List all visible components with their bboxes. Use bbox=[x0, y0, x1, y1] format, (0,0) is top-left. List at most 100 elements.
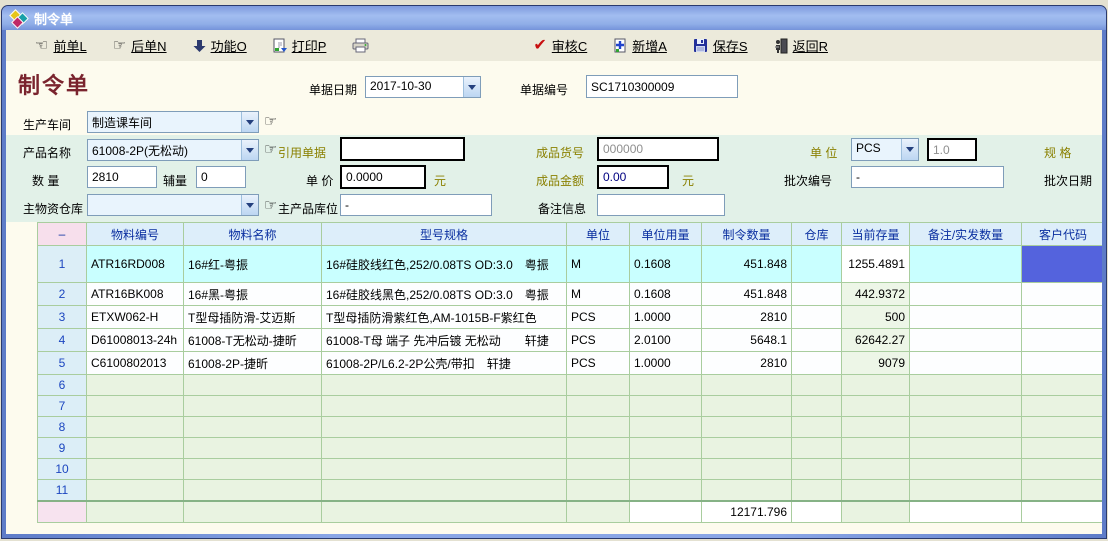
table-cell[interactable]: 61008-2P-捷昕 bbox=[184, 352, 322, 375]
table-cell[interactable]: C6100802013 bbox=[87, 352, 184, 375]
table-cell[interactable] bbox=[702, 459, 792, 480]
table-cell[interactable] bbox=[322, 396, 567, 417]
unit-factor-input[interactable] bbox=[927, 138, 977, 161]
column-header[interactable]: 单位用量 bbox=[630, 223, 702, 246]
product-picker-icon[interactable]: ☞ bbox=[264, 140, 277, 158]
audit-button[interactable]: ✔ 审核C bbox=[530, 34, 590, 57]
table-cell[interactable] bbox=[630, 459, 702, 480]
table-cell[interactable] bbox=[630, 417, 702, 438]
table-cell[interactable] bbox=[910, 438, 1022, 459]
table-cell[interactable] bbox=[87, 396, 184, 417]
table-cell[interactable]: ATR16BK008 bbox=[87, 283, 184, 306]
row-number[interactable]: 1 bbox=[38, 246, 87, 283]
table-cell[interactable]: 451.848 bbox=[702, 283, 792, 306]
return-button[interactable]: 返回R bbox=[771, 34, 831, 57]
table-cell[interactable]: 1.0000 bbox=[630, 306, 702, 329]
row-number[interactable]: 2 bbox=[38, 283, 87, 306]
workshop-dropdown-button[interactable] bbox=[241, 112, 258, 132]
table-cell[interactable]: 1255.4891 bbox=[842, 246, 910, 283]
table-cell[interactable] bbox=[567, 396, 630, 417]
table-cell[interactable]: 61008-T母 端子 先冲后镀 无松动 轩捷 bbox=[322, 329, 567, 352]
table-cell[interactable] bbox=[910, 329, 1022, 352]
table-cell[interactable] bbox=[630, 396, 702, 417]
table-cell[interactable] bbox=[1022, 438, 1103, 459]
table-cell[interactable]: PCS bbox=[567, 306, 630, 329]
column-header[interactable]: 单位 bbox=[567, 223, 630, 246]
table-cell[interactable] bbox=[910, 375, 1022, 396]
table-cell[interactable] bbox=[1022, 352, 1103, 375]
table-cell[interactable] bbox=[910, 283, 1022, 306]
table-cell[interactable] bbox=[322, 459, 567, 480]
qty-input[interactable] bbox=[87, 166, 157, 188]
aux-qty-input[interactable] bbox=[196, 166, 246, 188]
table-cell[interactable]: 9079 bbox=[842, 352, 910, 375]
table-cell[interactable]: PCS bbox=[567, 329, 630, 352]
table-cell[interactable] bbox=[184, 375, 322, 396]
table-cell[interactable] bbox=[910, 352, 1022, 375]
ref-doc-input[interactable] bbox=[340, 137, 465, 161]
amount-input[interactable] bbox=[597, 165, 669, 189]
row-number[interactable]: 7 bbox=[38, 396, 87, 417]
column-header[interactable]: 当前存量 bbox=[842, 223, 910, 246]
product-dropdown-button[interactable] bbox=[241, 140, 258, 160]
table-cell[interactable]: 5648.1 bbox=[702, 329, 792, 352]
doc-date-combo[interactable]: 2017-10-30 bbox=[365, 76, 481, 98]
table-cell[interactable] bbox=[1022, 375, 1103, 396]
unit-dropdown-button[interactable] bbox=[901, 139, 918, 160]
table-cell[interactable] bbox=[792, 459, 842, 480]
table-cell[interactable]: 16#硅胶线红色,252/0.08TS OD:3.0 粤振 bbox=[322, 246, 567, 283]
table-cell[interactable]: D61008013-24h bbox=[87, 329, 184, 352]
table-cell[interactable] bbox=[910, 480, 1022, 501]
table-cell[interactable] bbox=[842, 396, 910, 417]
table-cell[interactable] bbox=[567, 480, 630, 501]
table-cell[interactable]: T型母插防滑紫红色,AM-1015B-F紫红色 bbox=[322, 306, 567, 329]
print-button[interactable]: 打印P bbox=[270, 34, 330, 57]
product-combo[interactable]: 61008-2P(无松动) bbox=[87, 139, 259, 161]
row-number[interactable]: 9 bbox=[38, 438, 87, 459]
table-cell[interactable] bbox=[702, 480, 792, 501]
table-cell[interactable]: 442.9372 bbox=[842, 283, 910, 306]
warehouse-combo[interactable] bbox=[87, 194, 259, 216]
table-cell[interactable] bbox=[87, 438, 184, 459]
table-cell[interactable] bbox=[842, 375, 910, 396]
next-doc-button[interactable]: ☞ 后单N bbox=[110, 34, 170, 57]
table-cell[interactable] bbox=[792, 283, 842, 306]
column-header[interactable]: 制令数量 bbox=[702, 223, 792, 246]
table-cell[interactable] bbox=[702, 375, 792, 396]
table-cell[interactable]: 16#硅胶线黑色,252/0.08TS OD:3.0 粤振 bbox=[322, 283, 567, 306]
workshop-picker-icon[interactable]: ☞ bbox=[264, 112, 277, 130]
table-cell[interactable] bbox=[702, 396, 792, 417]
table-cell[interactable] bbox=[792, 329, 842, 352]
table-cell[interactable]: ATR16RD008 bbox=[87, 246, 184, 283]
save-button[interactable]: 保存S bbox=[690, 34, 751, 57]
table-cell[interactable] bbox=[910, 459, 1022, 480]
table-cell[interactable] bbox=[1022, 306, 1103, 329]
table-cell[interactable] bbox=[1022, 417, 1103, 438]
table-cell[interactable]: 1.0000 bbox=[630, 352, 702, 375]
table-cell[interactable] bbox=[910, 417, 1022, 438]
table-cell[interactable] bbox=[792, 352, 842, 375]
unit-combo[interactable]: PCS bbox=[851, 138, 919, 161]
warehouse-dropdown-button[interactable] bbox=[241, 195, 258, 215]
doc-date-dropdown-button[interactable] bbox=[463, 77, 480, 97]
table-cell[interactable] bbox=[792, 438, 842, 459]
row-number[interactable]: 4 bbox=[38, 329, 87, 352]
table-cell[interactable] bbox=[322, 438, 567, 459]
column-header[interactable]: 客户代码 bbox=[1022, 223, 1103, 246]
table-cell[interactable] bbox=[87, 459, 184, 480]
prev-doc-button[interactable]: ☜ 前单L bbox=[32, 34, 90, 57]
table-cell[interactable] bbox=[567, 459, 630, 480]
table-cell[interactable] bbox=[842, 438, 910, 459]
table-cell[interactable] bbox=[842, 417, 910, 438]
table-cell[interactable] bbox=[792, 396, 842, 417]
table-cell[interactable] bbox=[1022, 329, 1103, 352]
table-cell[interactable] bbox=[910, 396, 1022, 417]
location-input[interactable] bbox=[340, 194, 492, 216]
table-cell[interactable] bbox=[842, 459, 910, 480]
row-number[interactable]: 10 bbox=[38, 459, 87, 480]
table-cell[interactable]: ETXW062-H bbox=[87, 306, 184, 329]
new-button[interactable]: 新增A bbox=[610, 34, 670, 57]
table-cell[interactable] bbox=[184, 417, 322, 438]
table-cell[interactable] bbox=[630, 375, 702, 396]
table-cell[interactable] bbox=[792, 417, 842, 438]
